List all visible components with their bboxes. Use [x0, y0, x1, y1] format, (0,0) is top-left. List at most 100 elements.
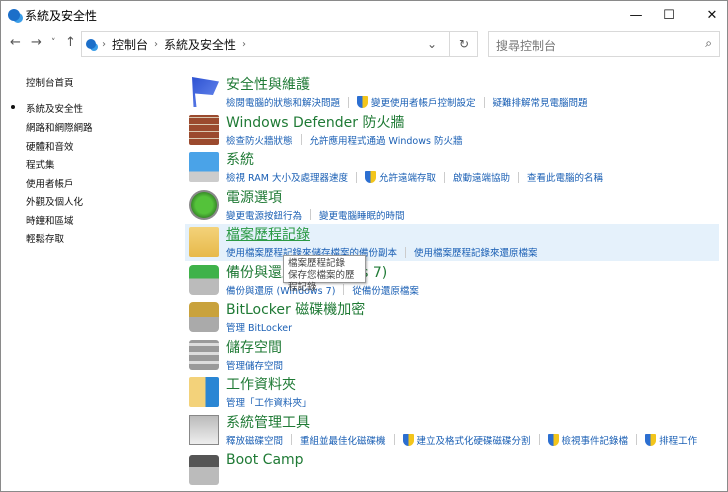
- task-link[interactable]: 變更電源按鈕行為: [226, 208, 302, 222]
- divider: [449, 32, 450, 56]
- maximize-button[interactable]: ☐: [646, 1, 692, 29]
- forward-button[interactable]: →: [31, 35, 42, 50]
- category-title[interactable]: 檔案歷程記錄: [226, 224, 310, 244]
- task-link[interactable]: 檢閱電腦的狀態和解決問題: [226, 95, 340, 109]
- sidebar-item[interactable]: 輕鬆存取: [26, 231, 64, 245]
- search-icon: ⌕: [705, 36, 712, 50]
- uac-shield-icon: [645, 433, 657, 446]
- category-title[interactable]: 系統管理工具: [226, 412, 310, 432]
- bitlocker-icon[interactable]: [189, 302, 219, 332]
- task-link[interactable]: 變更使用者帳戶控制設定: [371, 95, 476, 109]
- file-history-icon[interactable]: [189, 227, 219, 257]
- category-title[interactable]: 安全性與維護: [226, 74, 310, 94]
- category-title[interactable]: BitLocker 磁碟機加密: [226, 299, 365, 319]
- uac-shield-icon: [547, 433, 559, 446]
- sidebar-item[interactable]: 系統及安全性: [26, 101, 83, 115]
- category-admin-tools: 系統管理工具 釋放磁碟空間 重組並最佳化磁碟機 建立及格式化硬碟磁碟分割 檢視事件記錄檔…: [185, 412, 719, 449]
- active-bullet: [11, 105, 15, 109]
- task-link[interactable]: 啟動遠端協助: [453, 170, 510, 184]
- task-link[interactable]: 檢查防火牆狀態: [226, 133, 293, 147]
- control-panel-window: 系統及安全性 — ☐ ✕ ← → ˅ ↑ › 控制台 › 系統及安全性 › ⌄ …: [0, 0, 728, 492]
- sidebar-item[interactable]: 時鐘和區域: [26, 213, 74, 227]
- sidebar-home-link[interactable]: 控制台首頁: [26, 75, 74, 89]
- uac-shield-icon: [357, 96, 369, 108]
- search-input[interactable]: 搜尋控制台 ⌕: [488, 31, 720, 57]
- power-icon[interactable]: [189, 189, 219, 220]
- tooltip-description: 保存您檔案的歷程記錄: [288, 270, 355, 293]
- task-link[interactable]: 管理儲存空間: [226, 358, 283, 372]
- recent-locations-button[interactable]: ˅: [51, 38, 56, 48]
- task-link[interactable]: 使用檔案歷程記錄來還原檔案: [414, 245, 538, 259]
- divider: [291, 434, 293, 445]
- category-title[interactable]: 電源選項: [226, 187, 282, 207]
- backup-icon[interactable]: [189, 264, 219, 295]
- search-placeholder: 搜尋控制台: [496, 39, 557, 53]
- back-button[interactable]: ←: [10, 35, 21, 50]
- divider: [393, 434, 395, 445]
- category-title[interactable]: 儲存空間: [226, 337, 282, 357]
- category-computer: 系統 檢視 RAM 大小及處理器速度 允許遠端存取 啟動遠端協助 查看此電腦的名稱: [185, 149, 719, 186]
- category-links: 檢視 RAM 大小及處理器速度 允許遠端存取 啟動遠端協助 查看此電腦的名稱: [226, 170, 603, 184]
- breadcrumb-system-security[interactable]: 系統及安全性: [164, 36, 236, 53]
- category-links: 檢查防火牆狀態 允許應用程式通過 Windows 防火牆: [226, 133, 462, 147]
- task-link[interactable]: 查看此電腦的名稱: [527, 170, 603, 184]
- admin-tools-icon[interactable]: [189, 414, 219, 445]
- category-title[interactable]: Windows Defender 防火牆: [226, 112, 404, 132]
- sidebar-item[interactable]: 硬體和音效: [26, 139, 74, 153]
- task-link[interactable]: 疑難排解常見電腦問題: [493, 95, 588, 109]
- up-button[interactable]: ↑: [65, 35, 76, 50]
- category-bitlocker: BitLocker 磁碟機加密 管理 BitLocker: [185, 299, 719, 336]
- divider: [405, 246, 407, 258]
- task-link[interactable]: 重組並最佳化磁碟機: [300, 433, 386, 447]
- category-title[interactable]: 工作資料夾: [226, 374, 296, 394]
- category-firewall: Windows Defender 防火牆 檢查防火牆狀態 允許應用程式通過 Wind…: [185, 112, 719, 149]
- task-link[interactable]: 檢視 RAM 大小及處理器速度: [226, 170, 348, 184]
- address-bar[interactable]: › 控制台 › 系統及安全性 › ⌄ ↻: [81, 31, 478, 57]
- bootcamp-icon[interactable]: [189, 455, 219, 485]
- category-links: 變更電源按鈕行為 變更電腦睡眠的時間: [226, 208, 405, 222]
- category-power: 電源選項 變更電源按鈕行為 變更電腦睡眠的時間: [185, 187, 719, 224]
- category-work-folders: 工作資料夾 管理「工作資料夾」: [185, 374, 719, 411]
- task-link[interactable]: 從備份還原檔案: [352, 283, 419, 297]
- refresh-button[interactable]: ↻: [459, 37, 469, 51]
- divider: [483, 96, 485, 108]
- category-flag: 安全性與維護 檢閱電腦的狀態和解決問題 變更使用者帳戶控制設定 疑難排解常見電腦問題: [185, 74, 719, 111]
- sidebar-item[interactable]: 程式集: [26, 157, 55, 171]
- category-bootcamp: Boot Camp: [185, 452, 719, 489]
- sidebar-item[interactable]: 外觀及個人化: [26, 194, 83, 208]
- category-storage: 儲存空間 管理儲存空間: [185, 337, 719, 374]
- breadcrumb-control-panel[interactable]: 控制台: [112, 36, 148, 53]
- task-link[interactable]: 釋放磁碟空間: [226, 433, 283, 447]
- divider: [300, 134, 302, 145]
- task-link[interactable]: 管理 BitLocker: [226, 320, 292, 334]
- divider: [355, 171, 357, 183]
- task-link[interactable]: 排程工作: [659, 433, 697, 447]
- task-link[interactable]: 允許應用程式通過 Windows 防火牆: [310, 133, 463, 147]
- tooltip: 檔案歷程記錄 保存您檔案的歷程記錄: [283, 255, 366, 293]
- category-links: 管理「工作資料夾」: [226, 395, 312, 409]
- address-dropdown-button[interactable]: ⌄: [427, 37, 437, 51]
- task-link[interactable]: 檢視事件記錄檔: [562, 433, 629, 447]
- firewall-icon[interactable]: [189, 114, 219, 145]
- control-panel-icon: [86, 39, 96, 49]
- task-link[interactable]: 管理「工作資料夾」: [226, 395, 312, 409]
- category-backup: 備份與還原 (Windows 7)備份與還原 (Windows 7)從備份還原檔…: [185, 262, 719, 299]
- storage-icon[interactable]: [189, 339, 219, 370]
- computer-icon[interactable]: [189, 152, 219, 182]
- uac-shield-icon: [402, 433, 414, 446]
- task-link[interactable]: 變更電腦睡眠的時間: [319, 208, 405, 222]
- task-link[interactable]: 建立及格式化硬碟磁碟分割: [417, 433, 531, 447]
- chevron-right-icon: ›: [242, 38, 247, 50]
- work-folders-icon[interactable]: [189, 377, 219, 407]
- task-link[interactable]: 允許遠端存取: [379, 170, 436, 184]
- divider: [517, 171, 519, 183]
- window-title: 系統及安全性: [25, 9, 98, 23]
- category-title[interactable]: Boot Camp: [226, 452, 304, 468]
- sidebar-item[interactable]: 網路和網際網路: [26, 120, 93, 134]
- chevron-right-icon: ›: [154, 38, 159, 50]
- flag-icon[interactable]: [192, 77, 219, 107]
- category-title[interactable]: 系統: [226, 149, 254, 169]
- divider: [443, 171, 445, 183]
- close-button[interactable]: ✕: [689, 1, 728, 29]
- sidebar-item[interactable]: 使用者帳戶: [26, 176, 74, 190]
